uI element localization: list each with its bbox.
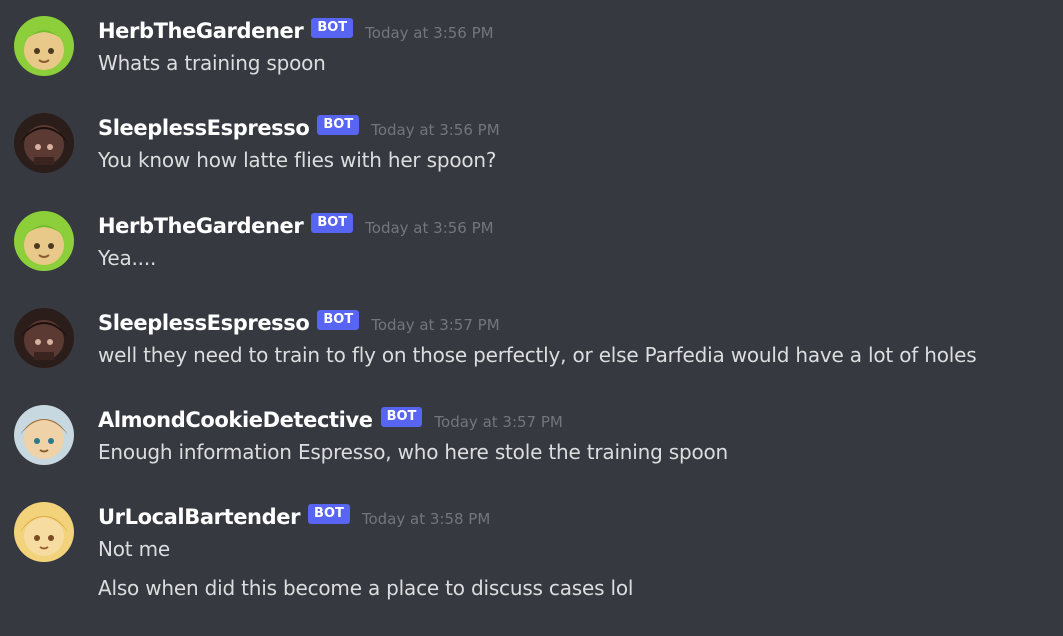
message-header: HerbTheGardener BOT Today at 3:56 PM [98,16,494,46]
bartender-avatar-icon[interactable] [14,502,74,562]
username[interactable]: HerbTheGardener [98,214,304,238]
username[interactable]: HerbTheGardener [98,19,304,43]
bot-badge: BOT [380,407,423,427]
almond-avatar-icon[interactable] [14,405,74,465]
bot-badge: BOT [311,213,354,233]
message-text: Not me [98,537,170,561]
message-header: SleeplessEspresso BOT Today at 3:56 PM [98,113,500,143]
username[interactable]: AlmondCookieDetective [98,408,373,432]
message-text: Whats a training spoon [98,51,326,75]
bot-badge: BOT [317,310,360,330]
message-text: You know how latte flies with her spoon? [98,148,497,172]
herb-avatar-icon[interactable] [14,16,74,76]
message-header: AlmondCookieDetective BOT Today at 3:57 … [98,405,563,435]
bot-badge: BOT [308,504,350,524]
timestamp: Today at 3:56 PM [365,219,494,237]
bot-badge: BOT [317,115,360,135]
message-header: UrLocalBartender BOT Today at 3:58 PM [98,502,490,532]
herb-avatar-icon[interactable] [14,211,74,271]
username[interactable]: SleeplessEspresso [98,311,310,335]
message-text: Yea.... [98,246,157,270]
espresso-avatar-icon[interactable] [14,308,74,368]
message-header: SleeplessEspresso BOT Today at 3:57 PM [98,308,500,338]
timestamp: Today at 3:58 PM [361,510,491,528]
timestamp: Today at 3:56 PM [371,121,500,139]
espresso-avatar-icon[interactable] [14,113,74,173]
message-text: Enough information Espresso, who here st… [98,440,729,464]
message-text: Also when did this become a place to dis… [98,576,634,600]
timestamp: Today at 3:57 PM [371,316,500,334]
bot-badge: BOT [311,18,354,38]
message-text: well they need to train to fly on those … [98,343,977,367]
username[interactable]: UrLocalBartender [98,505,300,529]
message-header: HerbTheGardener BOT Today at 3:56 PM [98,211,494,241]
timestamp: Today at 3:57 PM [434,413,563,431]
timestamp: Today at 3:56 PM [365,24,494,42]
username[interactable]: SleeplessEspresso [98,116,310,140]
